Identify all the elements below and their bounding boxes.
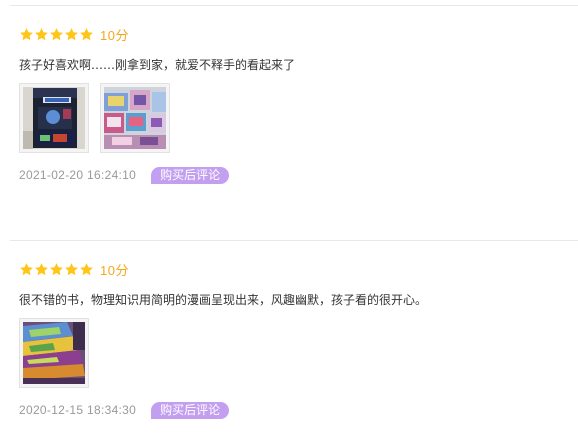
review-image-book-cover[interactable]	[19, 83, 89, 153]
review-image-book-pages[interactable]	[100, 83, 170, 153]
purchased-review-badge: 购买后评论	[151, 401, 230, 419]
star-icon	[49, 27, 64, 42]
review-item: 10分 很不错的书，物理知识用简明的漫画呈现出来，风趣幽默，孩子看的很开心。 2…	[19, 259, 574, 419]
book-cover-photo	[23, 87, 85, 149]
top-divider	[10, 5, 578, 6]
star-rating	[19, 27, 94, 42]
book-pages-photo	[104, 87, 166, 149]
book-stack-photo	[23, 322, 85, 384]
rating-row: 10分	[19, 24, 574, 44]
review-meta: 2021-02-20 16:24:10 购买后评论	[19, 166, 574, 184]
review-score: 10分	[100, 262, 129, 278]
star-rating	[19, 262, 94, 277]
star-icon	[79, 27, 94, 42]
star-icon	[49, 262, 64, 277]
rating-row: 10分	[19, 259, 574, 279]
review-text: 很不错的书，物理知识用简明的漫画呈现出来，风趣幽默，孩子看的很开心。	[19, 293, 428, 307]
review-item: 10分 孩子好喜欢啊……刚拿到家，就爱不释手的看起来了 2021-02-20 1…	[19, 24, 574, 184]
star-icon	[34, 27, 49, 42]
review-text: 孩子好喜欢啊……刚拿到家，就爱不释手的看起来了	[19, 58, 296, 72]
star-icon	[64, 27, 79, 42]
review-images	[19, 83, 574, 153]
star-icon	[19, 27, 34, 42]
purchased-review-badge: 购买后评论	[151, 166, 230, 184]
star-icon	[19, 262, 34, 277]
star-icon	[34, 262, 49, 277]
review-timestamp: 2021-02-20 16:24:10	[19, 168, 137, 182]
review-image-book-stack[interactable]	[19, 318, 89, 388]
review-meta: 2020-12-15 18:34:30 购买后评论	[19, 401, 574, 419]
star-icon	[79, 262, 94, 277]
review-images	[19, 318, 574, 388]
review-divider	[10, 240, 578, 241]
review-timestamp: 2020-12-15 18:34:30	[19, 403, 137, 417]
review-score: 10分	[100, 27, 129, 43]
star-icon	[64, 262, 79, 277]
